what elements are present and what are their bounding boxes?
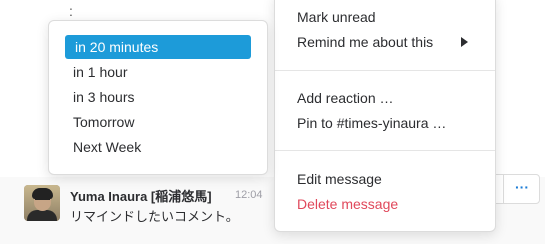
remind-option-tomorrow[interactable]: Tomorrow xyxy=(63,110,253,134)
more-actions-button[interactable]: ··· xyxy=(503,175,540,203)
menu-item-delete[interactable]: Delete message xyxy=(297,194,398,214)
menu-divider xyxy=(275,150,495,151)
avatar[interactable] xyxy=(24,185,60,221)
remind-submenu: in 20 minutes in 1 hour in 3 hours Tomor… xyxy=(48,20,268,175)
message-timestamp[interactable]: 12:04 xyxy=(235,189,263,201)
menu-item-remind-me[interactable]: Remind me about this xyxy=(297,32,433,52)
partial-text: : xyxy=(69,3,73,19)
message-sender[interactable]: Yuma Inaura [稲浦悠馬] xyxy=(70,186,212,205)
menu-item-add-reaction[interactable]: Add reaction … xyxy=(297,88,394,108)
remind-option-20-minutes[interactable]: in 20 minutes xyxy=(65,35,251,59)
remind-option-1-hour[interactable]: in 1 hour xyxy=(63,60,253,84)
message-text: リマインドしたいコメント。 xyxy=(70,209,239,224)
remind-option-next-week[interactable]: Next Week xyxy=(63,135,253,159)
menu-item-edit[interactable]: Edit message xyxy=(297,169,382,189)
submenu-arrow-icon xyxy=(461,37,468,47)
menu-divider xyxy=(275,70,495,71)
menu-item-pin[interactable]: Pin to #times-yinaura … xyxy=(297,113,446,133)
menu-item-mark-unread[interactable]: Mark unread xyxy=(297,7,376,27)
remind-option-3-hours[interactable]: in 3 hours xyxy=(63,85,253,109)
message-actions-menu: Mark unread Remind me about this Add rea… xyxy=(274,0,496,232)
